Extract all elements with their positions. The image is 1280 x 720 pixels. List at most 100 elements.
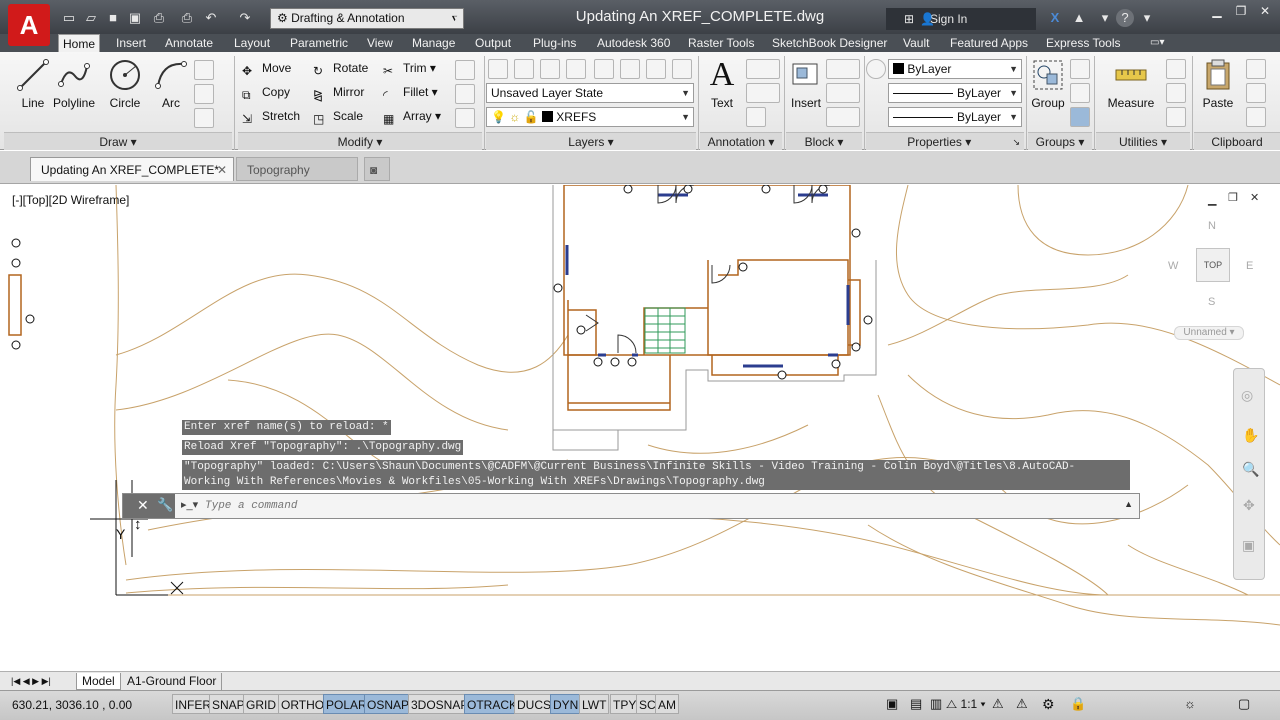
showmotion-icon[interactable]: ▣	[1242, 537, 1255, 554]
tab-express-tools[interactable]: Express Tools	[1042, 34, 1124, 52]
layer-walk-icon[interactable]	[672, 59, 692, 79]
group-button[interactable]: Group	[1028, 58, 1068, 124]
status-toggle-lwt[interactable]: LWT	[579, 694, 610, 714]
binoculars-icon[interactable]: ⊞	[904, 8, 914, 30]
compass-south[interactable]: S	[1208, 296, 1215, 308]
status-toggle-otrack[interactable]: OTRACK	[464, 694, 521, 714]
layer-properties-icon[interactable]	[488, 59, 508, 79]
group-selection-icon[interactable]	[1070, 107, 1090, 127]
isolate-objects-icon[interactable]: ☼	[1184, 696, 1196, 711]
orbit-icon[interactable]: ✥	[1243, 497, 1255, 514]
viewcube-top-face[interactable]: TOP	[1196, 248, 1230, 282]
tab-sketchbook-designer[interactable]: SketchBook Designer	[768, 34, 891, 52]
compass-west[interactable]: W	[1168, 260, 1178, 272]
layer-match-icon[interactable]	[620, 59, 640, 79]
compass-north[interactable]: N	[1208, 220, 1216, 232]
viewport-minimize-icon[interactable]: ▁	[1208, 193, 1216, 206]
stretch-button[interactable]: ⇲ Stretch	[240, 106, 300, 126]
tab-view[interactable]: View	[363, 34, 397, 52]
annotation-panel-label[interactable]: Annotation ▾	[700, 132, 782, 150]
groups-panel-label[interactable]: Groups ▾	[1028, 132, 1092, 150]
rotate-button[interactable]: ↻ Rotate	[311, 58, 368, 78]
tab-layout[interactable]: A1-Ground Floor	[122, 673, 223, 690]
new-tab-icon[interactable]: ◙	[364, 157, 390, 181]
layer-off-icon[interactable]	[514, 59, 534, 79]
recent-commands-icon[interactable]: ▸_▾	[181, 498, 198, 511]
redo-icon[interactable]: ↷	[236, 9, 254, 27]
color-dropdown[interactable]: ByLayer ▼	[888, 59, 1022, 79]
create-block-icon[interactable]	[826, 59, 860, 79]
rectangle-icon[interactable]	[194, 60, 214, 80]
close-icon[interactable]: ✕	[1254, 4, 1276, 20]
viewport-restore-icon[interactable]: ❐	[1228, 191, 1238, 204]
edit-block-icon[interactable]	[826, 83, 860, 103]
help-icon[interactable]: ?	[1116, 9, 1134, 27]
copy-clip-icon[interactable]	[1246, 83, 1266, 103]
scale-button[interactable]: ◳ Scale	[311, 106, 363, 126]
exchange-icon[interactable]: X	[1046, 9, 1064, 27]
status-toggle-polar[interactable]: POLAR	[323, 694, 370, 714]
status-toggle-snap[interactable]: SNAP	[209, 694, 248, 714]
current-layer-dropdown[interactable]: 💡 ☼ 🔓 XREFS ▼	[486, 107, 694, 127]
trim-button[interactable]: ✂ Trim ▾	[381, 58, 436, 78]
tab-vault[interactable]: Vault	[899, 34, 933, 52]
chevron-down-icon[interactable]: ▾	[1096, 9, 1114, 27]
draw-panel-label[interactable]: Draw ▾	[4, 132, 232, 150]
application-menu-button[interactable]: A	[8, 4, 50, 46]
tab-output[interactable]: Output	[471, 34, 515, 52]
group-edit-icon[interactable]	[1070, 83, 1090, 103]
status-toggle-ortho[interactable]: ORTHO	[278, 694, 328, 714]
tab-parametric[interactable]: Parametric	[286, 34, 352, 52]
steering-wheel-icon[interactable]: ◎	[1241, 387, 1253, 404]
offset-icon[interactable]	[455, 108, 475, 128]
utilities-panel-label[interactable]: Utilities ▾	[1096, 132, 1190, 150]
clipboard-panel-label[interactable]: Clipboard	[1194, 132, 1280, 150]
restore-icon[interactable]: ❐	[1230, 4, 1252, 20]
status-toggle-grid[interactable]: GRID	[243, 694, 279, 714]
layer-isolate-icon[interactable]	[540, 59, 560, 79]
fillet-button[interactable]: ◜ Fillet ▾	[381, 82, 438, 102]
history-toggle-icon[interactable]: ▲	[1124, 499, 1133, 509]
layer-freeze-icon[interactable]	[566, 59, 586, 79]
auto-scale-icon[interactable]: ⚠	[1016, 696, 1028, 712]
document-tab-active[interactable]: Updating An XREF_COMPLETE* ✕	[30, 157, 234, 181]
annotation-scale[interactable]: ⧍ 1:1 ▾	[946, 697, 986, 712]
calculator-icon[interactable]	[1166, 107, 1186, 127]
properties-panel-label[interactable]: Properties ▾ ↘	[866, 132, 1024, 150]
lock-ui-icon[interactable]: 🔒	[1070, 696, 1086, 712]
status-toggle-osnap[interactable]: OSNAP	[364, 694, 413, 714]
tab-annotate[interactable]: Annotate	[161, 34, 217, 52]
cut-icon[interactable]	[1246, 59, 1266, 79]
tab-autodesk-360[interactable]: Autodesk 360	[593, 34, 674, 52]
close-icon[interactable]: ✕	[217, 158, 227, 182]
tab-plug-ins[interactable]: Plug-ins	[529, 34, 580, 52]
status-toggle-dyn[interactable]: DYN	[550, 694, 582, 714]
cursor-coordinates[interactable]: 630.21, 3036.10 , 0.00	[12, 698, 132, 712]
match-properties-icon[interactable]	[866, 59, 886, 79]
mirror-button[interactable]: ⧎ Mirror	[311, 82, 364, 102]
table-icon[interactable]	[746, 107, 766, 127]
tab-insert[interactable]: Insert	[112, 34, 150, 52]
minimize-icon[interactable]: ▁	[1206, 4, 1228, 20]
move-button[interactable]: ✥ Move	[240, 58, 291, 78]
layers-panel-label[interactable]: Layers ▾	[486, 132, 696, 150]
tab-layout[interactable]: Layout	[230, 34, 274, 52]
block-panel-label[interactable]: Block ▾	[786, 132, 862, 150]
tab-raster-tools[interactable]: Raster Tools	[684, 34, 758, 52]
annotation-visibility-icon[interactable]: ⚠	[992, 696, 1004, 712]
copy-button[interactable]: ⧉ Copy	[240, 82, 290, 102]
tab-home[interactable]: Home	[58, 34, 101, 52]
sign-in-button[interactable]: ⊞ 👤 Sign In	[886, 8, 1036, 30]
ribbon-minimize-icon[interactable]: ▭▾	[1146, 34, 1168, 52]
autodesk-app-icon[interactable]: ▲	[1070, 9, 1088, 27]
insert-button[interactable]: Insert	[786, 58, 826, 124]
status-toggle-tpy[interactable]: TPY	[610, 694, 640, 714]
status-toggle-3dosnap[interactable]: 3DOSNAP	[408, 694, 472, 714]
tab-featured-apps[interactable]: Featured Apps	[946, 34, 1032, 52]
circle-button[interactable]: Circle	[100, 58, 150, 124]
workspace-dropdown[interactable]: ⚙ Drafting & Annotation ▼	[270, 8, 464, 29]
quick-select-icon[interactable]	[1166, 59, 1186, 79]
modify-panel-label[interactable]: Modify ▾	[238, 132, 482, 150]
drawing-area[interactable]: [-][Top][2D Wireframe] ▁ ❐ ✕ Y ↕	[8, 185, 1280, 690]
layer-previous-icon[interactable]	[646, 59, 666, 79]
